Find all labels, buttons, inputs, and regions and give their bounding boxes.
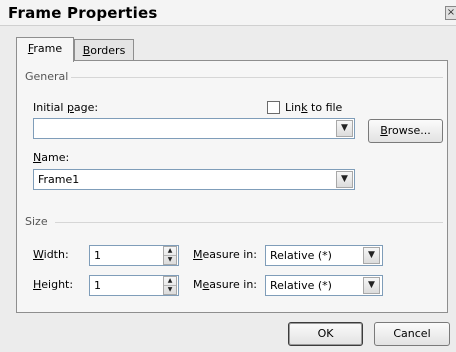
title-bar: Frame Properties × (0, 0, 456, 26)
spin-up-icon[interactable]: ▲ (164, 247, 176, 255)
frame-properties-dialog: Frame Properties × Frame Borders General… (0, 0, 456, 352)
chevron-down-icon[interactable]: ▼ (336, 120, 353, 137)
link-to-file-label[interactable]: Link to file (285, 101, 342, 114)
ok-button[interactable]: OK (288, 322, 363, 346)
width-label: Width: (33, 248, 69, 261)
tab-borders[interactable]: Borders (74, 39, 134, 62)
initial-page-label: Initial page: (33, 101, 99, 114)
browse-button[interactable]: Browse... (368, 119, 443, 143)
tab-frame[interactable]: Frame (16, 37, 74, 62)
general-group-label: General (25, 70, 69, 83)
height-label: Height: (33, 278, 74, 291)
close-icon[interactable]: × (445, 6, 456, 20)
dialog-title: Frame Properties (8, 4, 158, 22)
height-spinner[interactable]: ▲ ▼ (163, 276, 177, 295)
spin-down-icon[interactable]: ▼ (164, 285, 176, 293)
width-spinner[interactable]: ▲ ▼ (163, 246, 177, 265)
width-measure-label: Measure in: (193, 248, 257, 261)
name-combobox[interactable]: Frame1 (33, 169, 355, 190)
general-group-divider (71, 77, 443, 78)
size-group-divider (55, 222, 443, 223)
name-label: Name: (33, 151, 70, 164)
height-measure-label: Measure in: (193, 278, 258, 291)
spin-down-icon[interactable]: ▼ (164, 255, 176, 263)
initial-page-combobox[interactable] (33, 118, 355, 139)
chevron-down-icon[interactable]: ▼ (363, 247, 380, 264)
size-group-label: Size (25, 215, 48, 228)
chevron-down-icon[interactable]: ▼ (363, 277, 380, 294)
cancel-button[interactable]: Cancel (374, 322, 450, 346)
spin-up-icon[interactable]: ▲ (164, 277, 176, 285)
link-to-file-checkbox[interactable] (267, 101, 280, 114)
chevron-down-icon[interactable]: ▼ (336, 171, 353, 188)
